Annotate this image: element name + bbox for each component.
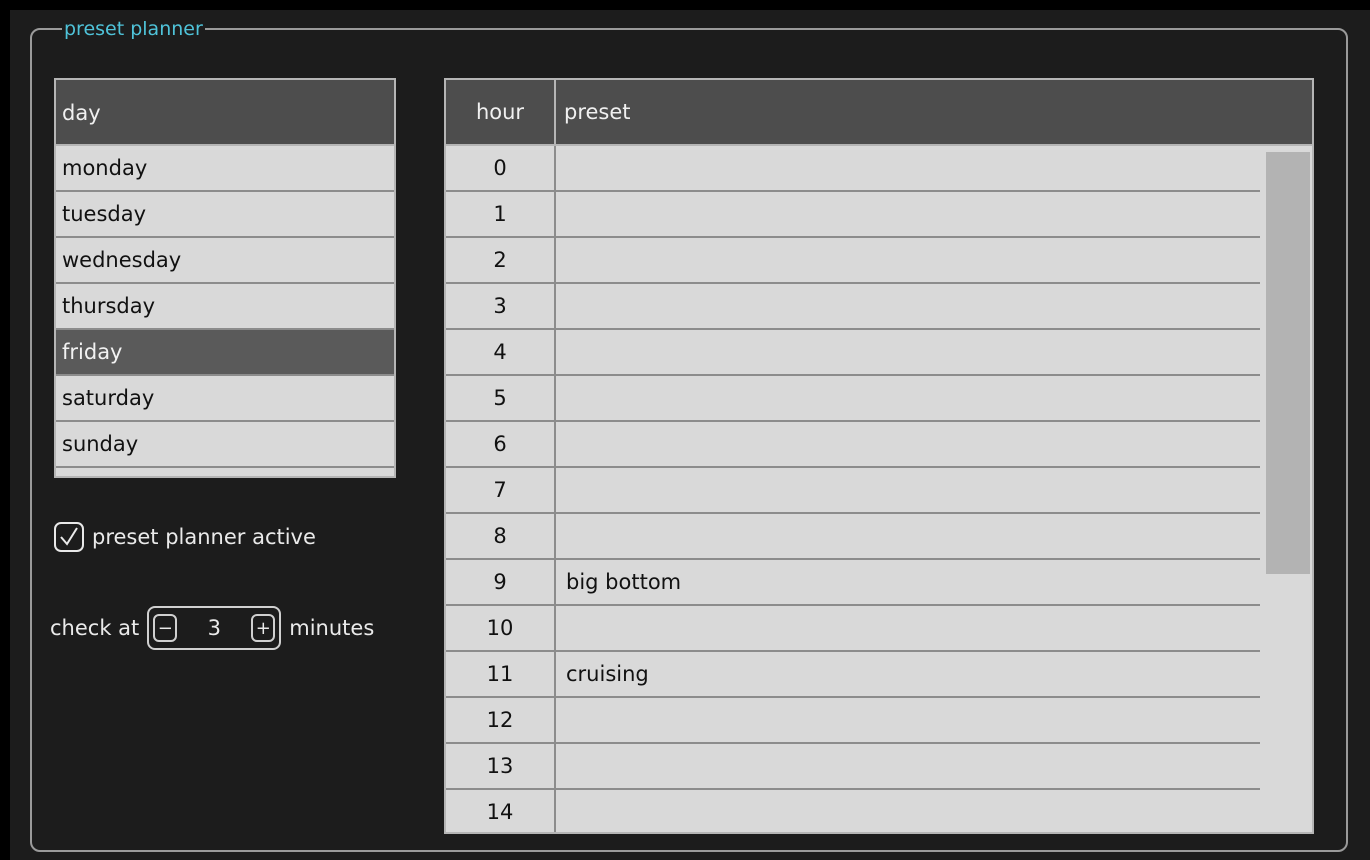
preset-cell[interactable] bbox=[556, 514, 1260, 558]
checkmark-icon bbox=[60, 527, 78, 546]
preset-cell[interactable] bbox=[556, 698, 1260, 742]
day-table: day monday tuesday wednesday thursday friday… bbox=[54, 78, 396, 478]
hour-row[interactable]: 9 big bottom bbox=[446, 560, 1260, 606]
hour-row[interactable]: 6 bbox=[446, 422, 1260, 468]
hour-row[interactable]: 7 bbox=[446, 468, 1260, 514]
check-at-label: check at bbox=[50, 616, 140, 640]
hour-cell: 14 bbox=[446, 790, 556, 832]
hour-cell: 0 bbox=[446, 146, 556, 190]
check-interval-row: check at − 3 + minutes bbox=[50, 606, 374, 650]
minutes-label: minutes bbox=[289, 616, 375, 640]
hour-row[interactable]: 3 bbox=[446, 284, 1260, 330]
app-window: preset planner day monday tuesday wednesda… bbox=[10, 10, 1370, 860]
hour-cell: 12 bbox=[446, 698, 556, 742]
hour-row[interactable]: 14 bbox=[446, 790, 1260, 832]
day-row-thursday[interactable]: thursday bbox=[56, 284, 394, 330]
hour-cell: 3 bbox=[446, 284, 556, 328]
preset-cell[interactable] bbox=[556, 192, 1260, 236]
increment-button[interactable]: + bbox=[251, 614, 276, 642]
preset-cell[interactable]: big bottom bbox=[556, 560, 1260, 604]
hour-row[interactable]: 11 cruising bbox=[446, 652, 1260, 698]
hour-column-header[interactable]: hour bbox=[446, 80, 556, 144]
minus-icon: − bbox=[157, 617, 173, 639]
hour-row[interactable]: 13 bbox=[446, 744, 1260, 790]
hour-rows: 0 1 2 3 4 5 6 7 8 9 big bottom 10 11 cruising 12 13 14 bbox=[446, 146, 1260, 832]
preset-cell[interactable] bbox=[556, 146, 1260, 190]
hour-cell: 1 bbox=[446, 192, 556, 236]
hour-preset-table: hour preset 0 1 2 3 4 5 6 7 8 9 big bottom 10 11 crui… bbox=[444, 78, 1314, 834]
day-row-sunday[interactable]: sunday bbox=[56, 422, 394, 468]
hour-row[interactable]: 2 bbox=[446, 238, 1260, 284]
hour-row[interactable]: 12 bbox=[446, 698, 1260, 744]
hour-cell: 9 bbox=[446, 560, 556, 604]
day-row-tuesday[interactable]: tuesday bbox=[56, 192, 394, 238]
preset-cell[interactable] bbox=[556, 376, 1260, 420]
hour-cell: 5 bbox=[446, 376, 556, 420]
hour-row[interactable]: 8 bbox=[446, 514, 1260, 560]
day-row-saturday[interactable]: saturday bbox=[56, 376, 394, 422]
preset-cell[interactable] bbox=[556, 606, 1260, 650]
checkbox-label: preset planner active bbox=[92, 525, 316, 549]
preset-planner-active-checkbox[interactable]: preset planner active bbox=[54, 522, 316, 552]
hour-row[interactable]: 10 bbox=[446, 606, 1260, 652]
decrement-button[interactable]: − bbox=[153, 614, 178, 642]
preset-cell[interactable]: cruising bbox=[556, 652, 1260, 696]
hour-row[interactable]: 1 bbox=[446, 192, 1260, 238]
preset-cell[interactable] bbox=[556, 238, 1260, 282]
day-row-monday[interactable]: monday bbox=[56, 146, 394, 192]
hour-cell: 2 bbox=[446, 238, 556, 282]
preset-cell[interactable] bbox=[556, 468, 1260, 512]
day-column-header: day bbox=[56, 80, 394, 146]
preset-cell[interactable] bbox=[556, 330, 1260, 374]
minutes-value[interactable]: 3 bbox=[208, 616, 221, 640]
hour-row[interactable]: 0 bbox=[446, 146, 1260, 192]
hour-cell: 11 bbox=[446, 652, 556, 696]
hour-cell: 8 bbox=[446, 514, 556, 558]
day-row-friday[interactable]: friday bbox=[56, 330, 394, 376]
checkbox-box[interactable] bbox=[54, 522, 84, 552]
hour-table-header: hour preset bbox=[446, 80, 1312, 146]
hour-cell: 4 bbox=[446, 330, 556, 374]
day-list: monday tuesday wednesday thursday friday satu… bbox=[56, 146, 394, 468]
plus-icon: + bbox=[255, 617, 271, 639]
preset-column-header[interactable]: preset bbox=[556, 80, 1312, 144]
hour-cell: 6 bbox=[446, 422, 556, 466]
hour-cell: 7 bbox=[446, 468, 556, 512]
scrollbar-thumb[interactable] bbox=[1266, 152, 1310, 574]
hour-cell: 10 bbox=[446, 606, 556, 650]
preset-cell[interactable] bbox=[556, 744, 1260, 788]
hour-row[interactable]: 4 bbox=[446, 330, 1260, 376]
day-row-wednesday[interactable]: wednesday bbox=[56, 238, 394, 284]
preset-cell[interactable] bbox=[556, 422, 1260, 466]
preset-cell[interactable] bbox=[556, 790, 1260, 832]
preset-cell[interactable] bbox=[556, 284, 1260, 328]
hour-cell: 13 bbox=[446, 744, 556, 788]
panel-title: preset planner bbox=[62, 16, 205, 42]
hour-row[interactable]: 5 bbox=[446, 376, 1260, 422]
minutes-stepper[interactable]: − 3 + bbox=[147, 606, 282, 650]
